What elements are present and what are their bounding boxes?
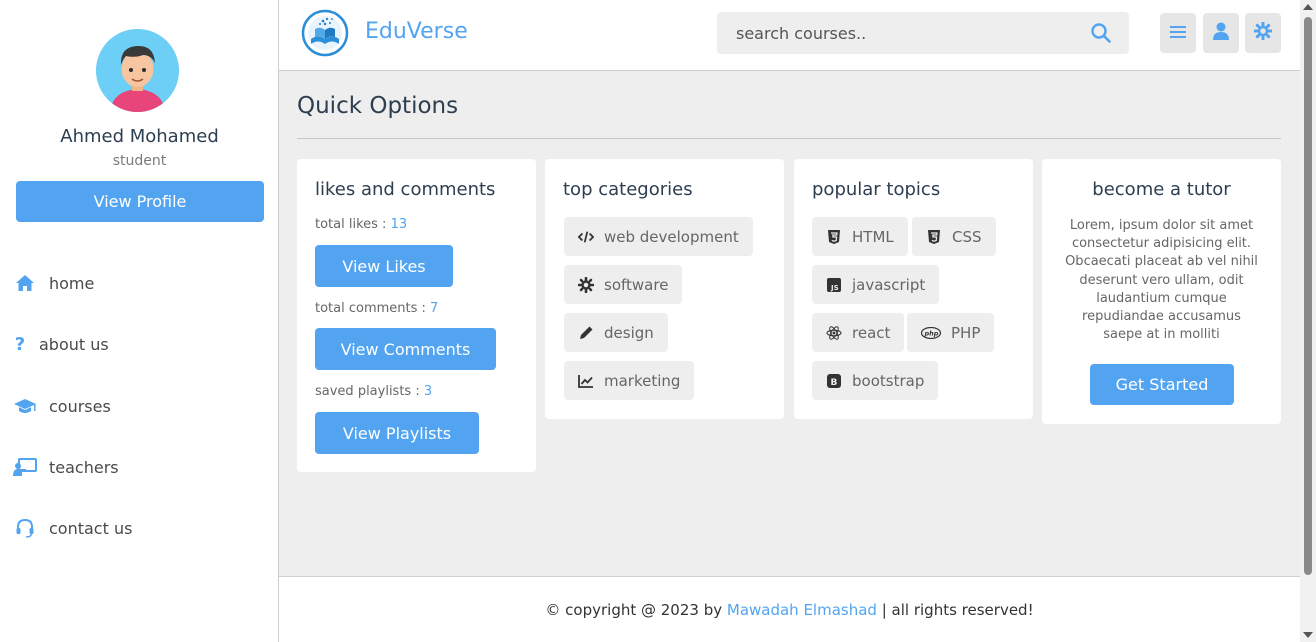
tag-web-development[interactable]: web development (564, 217, 753, 256)
tag-label: software (604, 275, 669, 294)
menu-button[interactable] (1160, 13, 1196, 53)
tag-software[interactable]: software (564, 265, 683, 304)
search-icon[interactable] (1091, 23, 1111, 47)
tag-html[interactable]: HTML (812, 217, 908, 256)
tag-javascript[interactable]: JS javascript (812, 265, 940, 304)
get-started-button[interactable]: Get Started (1090, 364, 1234, 405)
js-icon: JS (826, 277, 842, 293)
home-icon (13, 273, 37, 293)
menu-icon (1170, 24, 1186, 43)
scroll-thumb[interactable] (1304, 17, 1312, 575)
tag-design[interactable]: design (564, 313, 668, 352)
user-icon (1213, 22, 1229, 44)
settings-icon (1253, 21, 1273, 44)
graduation-cap-icon (13, 396, 37, 416)
chalkboard-teacher-icon (13, 457, 37, 477)
nav-item-teachers[interactable]: teachers (13, 455, 119, 479)
search-bar (717, 12, 1129, 54)
footer-author-link[interactable]: Mawadah Elmashad (727, 601, 877, 619)
nav-item-home[interactable]: home (13, 271, 94, 295)
card-title-topics: popular topics (812, 179, 941, 200)
card-title-tutor: become a tutor (1092, 179, 1231, 200)
tutor-description: Lorem, ipsum dolor sit amet consectetur … (1065, 218, 1258, 343)
settings-button[interactable] (1245, 13, 1281, 53)
saved-playlists-label: saved playlists : (315, 384, 424, 399)
popular-topics-card: popular topics HTML CSS JS javascript re… (794, 159, 1033, 419)
headset-icon (13, 518, 37, 538)
footer-copyright-prefix: © copyright @ 2023 by (545, 600, 727, 619)
total-likes-value: 13 (390, 217, 408, 232)
tag-label: PHP (951, 323, 981, 342)
tag-label: CSS (952, 227, 982, 246)
footer: © copyright @ 2023 by Mawadah Elmashad |… (279, 576, 1300, 642)
css3-icon (926, 229, 942, 245)
scroll-down-arrow-icon[interactable] (1303, 632, 1313, 638)
total-comments-value: 7 (430, 301, 439, 316)
top-categories-card: top categories web development software … (545, 159, 784, 419)
tag-react[interactable]: react (812, 313, 905, 352)
page-scrollbar[interactable] (1300, 0, 1316, 642)
nav-label-about: about us (39, 334, 109, 354)
bootstrap-icon: B (826, 373, 842, 389)
total-comments-label: total comments : (315, 301, 431, 316)
html5-icon (826, 229, 842, 245)
tag-label: marketing (604, 371, 681, 390)
chart-line-icon (578, 373, 594, 389)
view-likes-button[interactable]: View Likes (315, 245, 453, 287)
total-comments-stat: total comments : 7 (315, 301, 438, 316)
total-likes-stat: total likes : 13 (315, 217, 407, 232)
search-input[interactable] (717, 12, 1077, 54)
title-divider (297, 138, 1281, 139)
avatar-illustration (96, 29, 179, 112)
gear-icon (578, 276, 594, 293)
view-playlists-button[interactable]: View Playlists (315, 412, 479, 454)
footer-copyright-suffix: | all rights reserved! (876, 600, 1034, 619)
become-tutor-card: become a tutor Lorem, ipsum dolor sit am… (1042, 159, 1281, 424)
tag-bootstrap[interactable]: B bootstrap (812, 361, 939, 400)
php-icon: php (921, 325, 941, 341)
tag-label: javascript (852, 275, 926, 294)
user-role: student (112, 153, 167, 169)
scroll-up-arrow-icon[interactable] (1303, 4, 1313, 10)
nav-item-contact[interactable]: contact us (13, 516, 132, 540)
user-name: Ahmed Mohamed (60, 126, 219, 147)
sidebar: Ahmed Mohamed student View Profile home … (0, 0, 279, 642)
tag-label: web development (604, 227, 739, 246)
pen-icon (578, 325, 594, 341)
card-title-likes: likes and comments (315, 179, 496, 200)
nav-label-courses: courses (49, 396, 111, 416)
logo-icon[interactable] (301, 9, 349, 57)
tag-marketing[interactable]: marketing (564, 361, 695, 400)
saved-playlists-stat: saved playlists : 3 (315, 384, 432, 399)
nav-label-contact: contact us (49, 518, 133, 538)
question-icon: ? (14, 333, 26, 355)
saved-playlists-value: 3 (423, 384, 433, 399)
tag-label: react (852, 323, 891, 342)
nav-item-courses[interactable]: courses (13, 394, 111, 418)
tag-label: HTML (852, 227, 894, 246)
top-header: EduVerse (279, 0, 1300, 71)
nav-label-home: home (49, 273, 95, 293)
svg-text:B: B (831, 378, 838, 388)
view-comments-button[interactable]: View Comments (315, 328, 496, 370)
nav-label-teachers: teachers (49, 457, 119, 477)
tag-label: bootstrap (852, 371, 925, 390)
tag-label: design (604, 323, 654, 342)
tag-php[interactable]: php PHP (907, 313, 995, 352)
brand-name[interactable]: EduVerse (365, 19, 468, 44)
nav-item-about[interactable]: ? about us (13, 332, 109, 356)
avatar[interactable] (96, 29, 179, 112)
card-title-categories: top categories (563, 179, 693, 200)
view-profile-button[interactable]: View Profile (16, 181, 264, 222)
user-button[interactable] (1203, 13, 1239, 53)
code-icon (578, 229, 594, 245)
total-likes-label: total likes : (315, 217, 391, 232)
svg-text:JS: JS (830, 284, 839, 292)
tag-css[interactable]: CSS (912, 217, 996, 256)
svg-text:php: php (924, 329, 939, 337)
likes-comments-card: likes and comments total likes : 13 View… (297, 159, 536, 472)
react-icon (826, 325, 842, 341)
page-title: Quick Options (297, 93, 459, 119)
